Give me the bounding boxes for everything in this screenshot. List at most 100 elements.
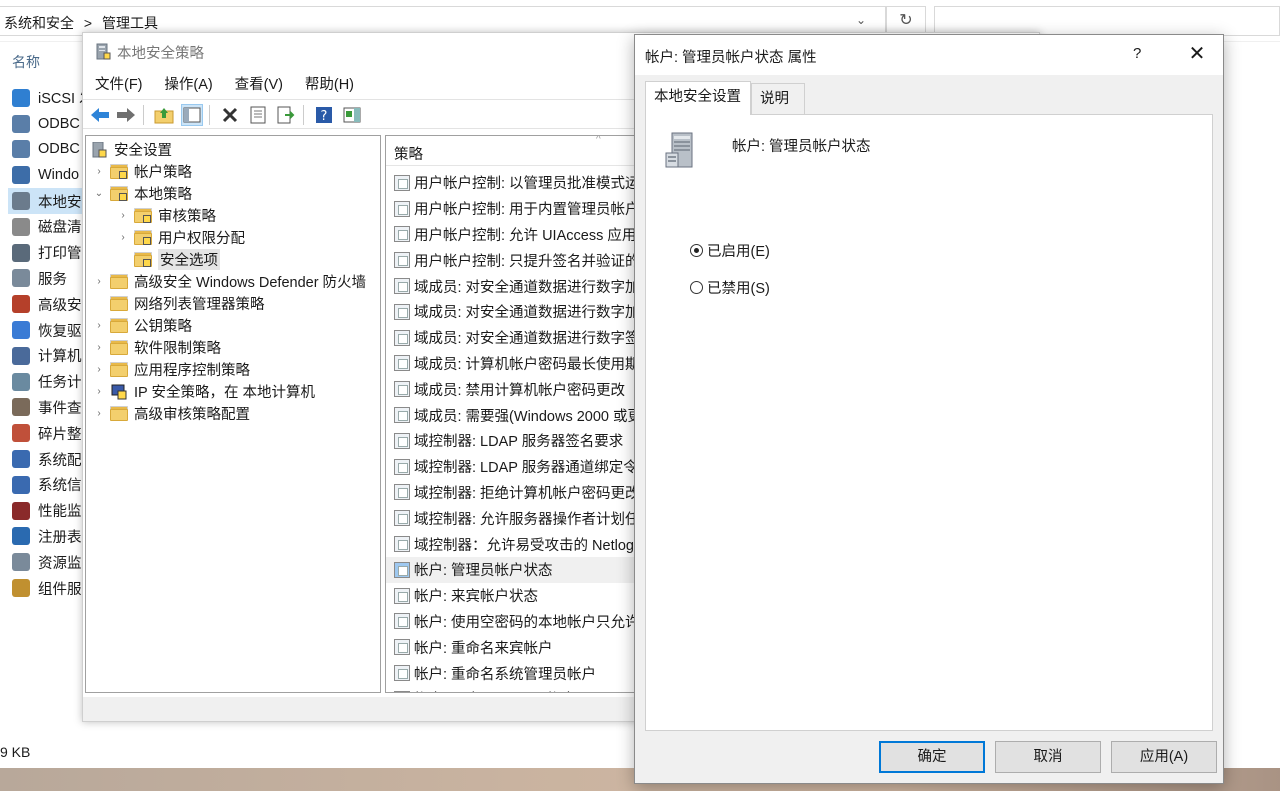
tree-item[interactable]: › 用户权限分配 [116, 226, 245, 248]
policy-label: 域成员: 禁用计算机帐户密码更改 [414, 382, 626, 399]
export-list-icon[interactable] [275, 104, 297, 126]
menu-help[interactable]: 帮助(H) [305, 73, 354, 97]
performance-icon [12, 501, 30, 520]
policy-label: 用户帐户控制: 以管理员批准模式运 [414, 176, 640, 193]
chevron-right-icon[interactable]: › [92, 166, 106, 177]
system-config-icon [12, 450, 30, 469]
tree-item[interactable]: › 高级审核策略配置 [92, 402, 250, 424]
ip-security-icon [110, 384, 128, 399]
tree-item[interactable]: › 公钥策略 [92, 314, 192, 336]
tree-pane: 安全设置 › 帐户策略 ⌄ 本地策略 › 审核策略 › 用户权限分配 安全选项 › 高级安全 Wind… [85, 135, 381, 693]
tree-item[interactable]: › 帐户策略 [92, 160, 192, 182]
chevron-right-icon[interactable]: › [92, 364, 106, 375]
toolbar-separator [303, 105, 304, 125]
policy-label: 域成员: 对安全通道数据进行数字签 [414, 331, 640, 348]
breadcrumb-item[interactable]: 管理工具 [102, 15, 158, 31]
menu-action[interactable]: 操作(A) [164, 73, 212, 97]
system-info-icon [12, 475, 30, 494]
policy-icon [394, 510, 410, 527]
iscsi-icon [12, 88, 30, 107]
server-icon [665, 132, 693, 168]
up-folder-icon[interactable] [153, 104, 175, 126]
menu-view[interactable]: 查看(V) [235, 73, 283, 97]
breadcrumb-separator: > [83, 15, 93, 31]
help-button[interactable]: ? [1133, 45, 1141, 62]
policy-icon [394, 407, 410, 424]
list-item-label: 磁盘清 [38, 220, 82, 237]
tree-item[interactable]: › 高级安全 Windows Defender 防火墙 [92, 270, 366, 292]
policy-icon [394, 639, 410, 656]
column-header-policy: 策略 [394, 147, 423, 163]
list-item-label: 组件服 [38, 581, 82, 598]
chevron-down-icon[interactable]: ⌄ [856, 13, 866, 27]
tab-panel: 帐户: 管理员帐户状态 已启用(E) 已禁用(S) [645, 114, 1213, 731]
tree-item[interactable]: › 应用程序控制策略 [92, 358, 250, 380]
tree-item[interactable]: › IP 安全策略，在 本地计算机 [92, 380, 315, 402]
chevron-right-icon[interactable]: › [92, 408, 106, 419]
policy-label: 帐户: 重命名系统管理员帐户 [414, 666, 597, 683]
tree-item-label: 帐户策略 [134, 164, 192, 181]
policy-label: 用户帐户控制: 允许 UIAccess 应用 [414, 227, 637, 244]
list-item-label: 任务计 [38, 375, 82, 392]
delete-icon[interactable] [219, 104, 241, 126]
policy-label: 域控制器: LDAP 服务器通道绑定令 [414, 460, 638, 477]
list-item-label: 高级安 [38, 297, 82, 314]
forward-arrow-icon[interactable] [115, 104, 137, 126]
policy-label: 域控制器：允许易受攻击的 Netlogo [414, 537, 643, 554]
policy-label: 用户帐户控制: 只提升签名并验证的 [414, 253, 640, 270]
resource-monitor-icon [12, 553, 30, 572]
policy-icon [394, 252, 410, 269]
apply-button[interactable]: 应用(A) [1111, 741, 1217, 773]
back-arrow-icon[interactable] [89, 104, 111, 126]
close-icon[interactable]: ✕ [1185, 41, 1209, 66]
odbc-icon [12, 140, 30, 159]
tab-explain[interactable]: 说明 [751, 83, 805, 115]
chevron-down-icon[interactable]: ⌄ [92, 188, 106, 199]
properties-icon[interactable] [247, 104, 269, 126]
chevron-right-icon[interactable]: › [116, 210, 130, 221]
list-item-label: ODBC [38, 115, 80, 132]
radio-enabled[interactable]: 已启用(E) [690, 240, 770, 261]
list-item-label: 注册表 [38, 529, 82, 546]
policy-icon [394, 536, 410, 553]
show-hide-tree-icon[interactable] [181, 104, 203, 126]
cancel-button[interactable]: 取消 [995, 741, 1101, 773]
tree-item-label: 网络列表管理器策略 [134, 296, 265, 313]
policy-icon [394, 355, 410, 372]
breadcrumb-item[interactable]: 系统和安全 [4, 15, 74, 31]
chevron-right-icon[interactable]: › [92, 342, 106, 353]
tree-item-label: 高级审核策略配置 [134, 406, 250, 423]
list-item[interactable]: 本地安 [8, 188, 88, 214]
tree-item-label: 用户权限分配 [158, 230, 245, 247]
tree-item[interactable]: 安全选项 [116, 248, 220, 270]
component-services-icon [12, 579, 30, 598]
tab-local-security-setting[interactable]: 本地安全设置 [645, 81, 751, 115]
tree-item[interactable]: 安全设置 [90, 138, 172, 160]
policy-name: 帐户: 管理员帐户状态 [732, 139, 871, 155]
policy-label: 帐户: 阻止 Microsoft 帐户 [414, 688, 576, 692]
tree-item[interactable]: ⌄ 本地策略 [92, 182, 192, 204]
help-icon[interactable]: ? [313, 104, 335, 126]
policy-icon [394, 200, 410, 217]
column-header-name[interactable]: 名称 [12, 52, 40, 72]
breadcrumb: 系统和安全 > 管理工具 [4, 13, 164, 33]
policy-icon [394, 278, 410, 295]
radio-disabled[interactable]: 已禁用(S) [690, 277, 770, 298]
firewall-icon [12, 295, 30, 314]
policy-label: 域控制器: 拒绝计算机帐户密码更改 [414, 485, 640, 502]
action-pane-icon[interactable] [341, 104, 363, 126]
chevron-right-icon[interactable]: › [92, 320, 106, 331]
chevron-right-icon[interactable]: › [92, 276, 106, 287]
tree-item[interactable]: › 审核策略 [116, 204, 216, 226]
menu-file[interactable]: 文件(F) [95, 73, 143, 97]
chevron-right-icon[interactable]: › [116, 232, 130, 243]
radio-button-checked[interactable] [690, 244, 703, 257]
list-item-label: ODBC [38, 141, 80, 158]
tree-item[interactable]: › 软件限制策略 [92, 336, 221, 358]
toolbar-separator [209, 105, 210, 125]
chevron-right-icon[interactable]: › [92, 386, 106, 397]
list-item-label: 系统配 [38, 452, 82, 469]
radio-button-unchecked[interactable] [690, 281, 703, 294]
tree-item[interactable]: 网络列表管理器策略 [92, 292, 265, 314]
ok-button[interactable]: 确定 [879, 741, 985, 773]
